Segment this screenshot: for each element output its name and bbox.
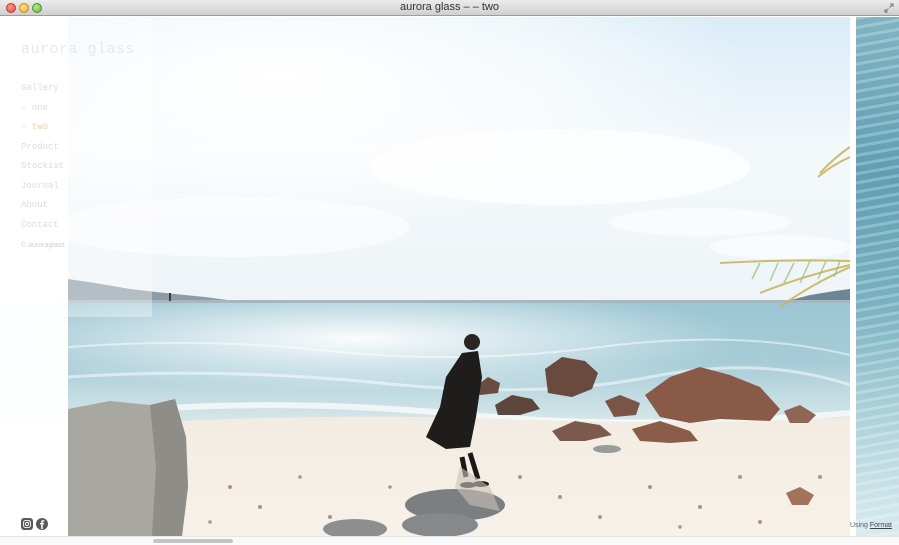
nav-item-gallery-two[interactable]: – two (21, 120, 64, 140)
nav-item-contact[interactable]: Contact (21, 218, 64, 238)
format-link[interactable]: Format (870, 522, 892, 529)
instagram-icon[interactable] (21, 518, 33, 530)
nav-item-gallery-one[interactable]: – one (21, 101, 64, 121)
main-nav: Gallery – one – two Product Stockist Jou… (21, 81, 64, 237)
window-title: aurora glass – – two (399, 1, 500, 13)
nav-item-product[interactable]: Product (21, 140, 64, 160)
using-label: Using (849, 522, 868, 529)
next-gallery-photo[interactable] (856, 17, 899, 536)
page-content: aurora glass Gallery – one – two Product… (0, 17, 899, 536)
site-title[interactable]: aurora glass (21, 41, 135, 58)
using-format-credit: Using Format (850, 522, 892, 529)
scrollbar-thumb[interactable] (153, 539, 233, 543)
nav-item-journal[interactable]: Journal (21, 179, 64, 199)
social-links (21, 518, 48, 530)
horizontal-scrollbar[interactable] (0, 536, 899, 545)
facebook-icon[interactable] (36, 518, 48, 530)
sidebar-overlay-fade (68, 17, 152, 317)
fullscreen-icon[interactable] (884, 3, 894, 13)
nav-item-stockist[interactable]: Stockist (21, 159, 64, 179)
nav-item-gallery[interactable]: Gallery (21, 81, 64, 101)
copyright-text: © auroraglass. (21, 242, 67, 249)
window-title-bar: aurora glass – – two (0, 0, 899, 16)
nav-item-about[interactable]: About (21, 198, 64, 218)
